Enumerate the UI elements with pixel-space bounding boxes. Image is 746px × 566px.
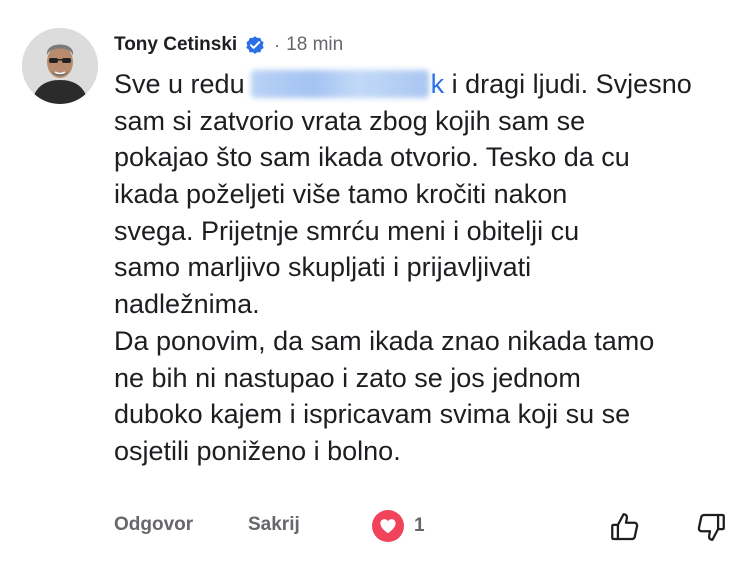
mention-link[interactable]: k <box>245 66 445 103</box>
avatar-photo <box>22 28 98 104</box>
heart-icon <box>372 510 404 542</box>
separator-dot: · <box>274 34 281 55</box>
comment-line: svega. Prijetnje smrću meni i obitelji c… <box>114 215 580 246</box>
comment-line: sam si zatvorio vrata zbog kojih sam se <box>114 105 586 136</box>
comment: Tony Cetinski · 18 min Sve u redu k i dra… <box>0 0 746 566</box>
comment-line: Da ponovim, da sam ikada znao nikada tam… <box>114 325 655 356</box>
comment-header: Tony Cetinski · 18 min <box>114 30 343 60</box>
author-name[interactable]: Tony Cetinski <box>114 34 237 56</box>
reply-button[interactable]: Odgovor <box>114 514 193 536</box>
comment-line: samo marljivo skupljati i prijavljivati <box>114 252 532 283</box>
comment-text: Sve u redu k i dragi ljudi. Svjesno sam s… <box>114 66 738 470</box>
mention-tail: k <box>430 69 445 99</box>
verified-badge-icon <box>244 34 266 56</box>
thumbs-up-icon[interactable] <box>608 510 642 544</box>
timestamp[interactable]: 18 min <box>286 34 343 56</box>
comment-line-rest: i dragi ljudi. Svjesno <box>444 69 692 99</box>
reaction-count: 1 <box>414 515 425 536</box>
comment-line: osjetili poniženo i bolno. <box>114 435 401 466</box>
blurred-mention-name <box>250 70 429 98</box>
comment-line: pokajao što sam ikada otvorio. Tesko da … <box>114 142 630 173</box>
comment-actions: Odgovor Sakrij 1 <box>114 510 734 546</box>
comment-line: ikada poželjeti više tamo kročiti nakon <box>114 179 568 210</box>
comment-line-start: Sve u redu <box>114 69 245 99</box>
comment-line: duboko kajem i ispricavam svima koji su … <box>114 399 631 430</box>
hide-button[interactable]: Sakrij <box>248 514 300 536</box>
reaction-summary[interactable]: 1 <box>372 510 425 542</box>
comment-line: nadležnima. <box>114 289 260 320</box>
comment-line: ne bih ni nastupao i zato se jos jednom <box>114 362 581 393</box>
comment-line: Sve u redu k i dragi ljudi. Svjesno <box>114 66 738 103</box>
avatar[interactable] <box>22 28 98 104</box>
thumbs-down-icon[interactable] <box>694 510 728 544</box>
